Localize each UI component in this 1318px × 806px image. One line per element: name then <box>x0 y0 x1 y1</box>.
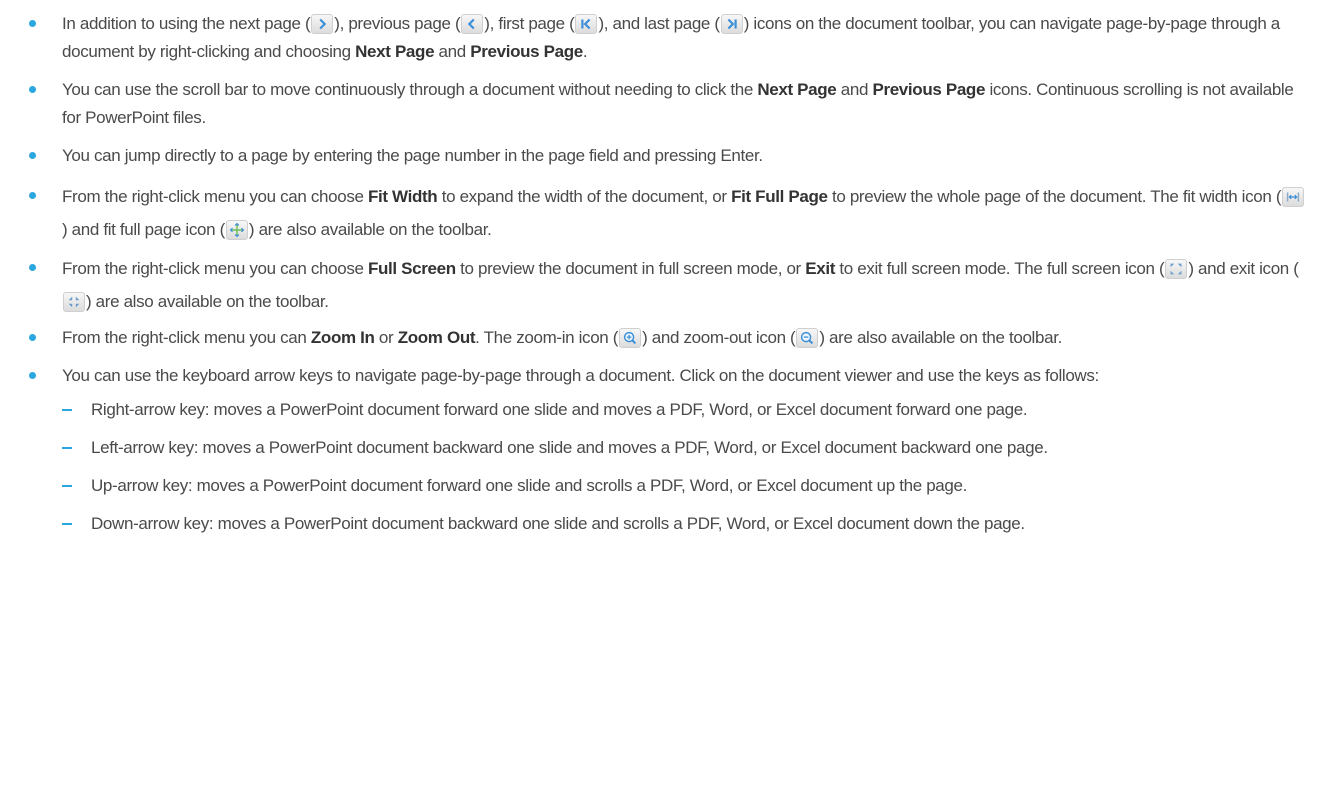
sub-bullet-dash <box>62 409 72 411</box>
bullet-dot <box>29 20 36 27</box>
full-screen-icon <box>1165 259 1188 279</box>
help-document: In addition to using the next page (), p… <box>0 0 1318 538</box>
bullet-dot <box>29 192 36 199</box>
list-item-scroll-bar: You can use the scroll bar to move conti… <box>0 76 1310 132</box>
sub-bullet-dash <box>62 523 72 525</box>
sub-bullet-dash <box>62 485 72 487</box>
bullet-dot <box>29 264 36 271</box>
last-page-icon <box>720 14 743 34</box>
zoom-in-icon <box>619 328 642 348</box>
next-page-icon <box>311 14 334 34</box>
bullet-dot <box>29 372 36 379</box>
exit-full-screen-icon <box>63 292 85 312</box>
list-item-keyboard-arrows: You can use the keyboard arrow keys to n… <box>0 362 1310 538</box>
fit-width-icon <box>1282 187 1305 207</box>
first-page-icon <box>575 14 598 34</box>
fit-full-page-icon <box>225 220 248 240</box>
sub-item-down-arrow: Down-arrow key: moves a PowerPoint docum… <box>62 510 1310 538</box>
list-item-fit-width: From the right-click menu you can choose… <box>0 180 1310 246</box>
zoom-out-icon <box>796 328 819 348</box>
sub-bullet-dash <box>62 447 72 449</box>
bullet-dot <box>29 152 36 159</box>
bullet-list: In addition to using the next page (), p… <box>0 10 1310 538</box>
sub-item-left-arrow: Left-arrow key: moves a PowerPoint docum… <box>62 434 1310 462</box>
list-item-jump-to-page: You can jump directly to a page by enter… <box>0 142 1310 170</box>
list-item-zoom: From the right-click menu you can Zoom I… <box>0 324 1310 352</box>
sub-list: Right-arrow key: moves a PowerPoint docu… <box>62 396 1310 538</box>
bullet-dot <box>29 86 36 93</box>
sub-item-up-arrow: Up-arrow key: moves a PowerPoint documen… <box>62 472 1310 500</box>
list-item-navigation: In addition to using the next page (), p… <box>0 10 1310 66</box>
sub-item-right-arrow: Right-arrow key: moves a PowerPoint docu… <box>62 396 1310 424</box>
list-item-full-screen: From the right-click menu you can choose… <box>0 252 1310 318</box>
previous-page-icon <box>461 14 484 34</box>
bullet-dot <box>29 334 36 341</box>
